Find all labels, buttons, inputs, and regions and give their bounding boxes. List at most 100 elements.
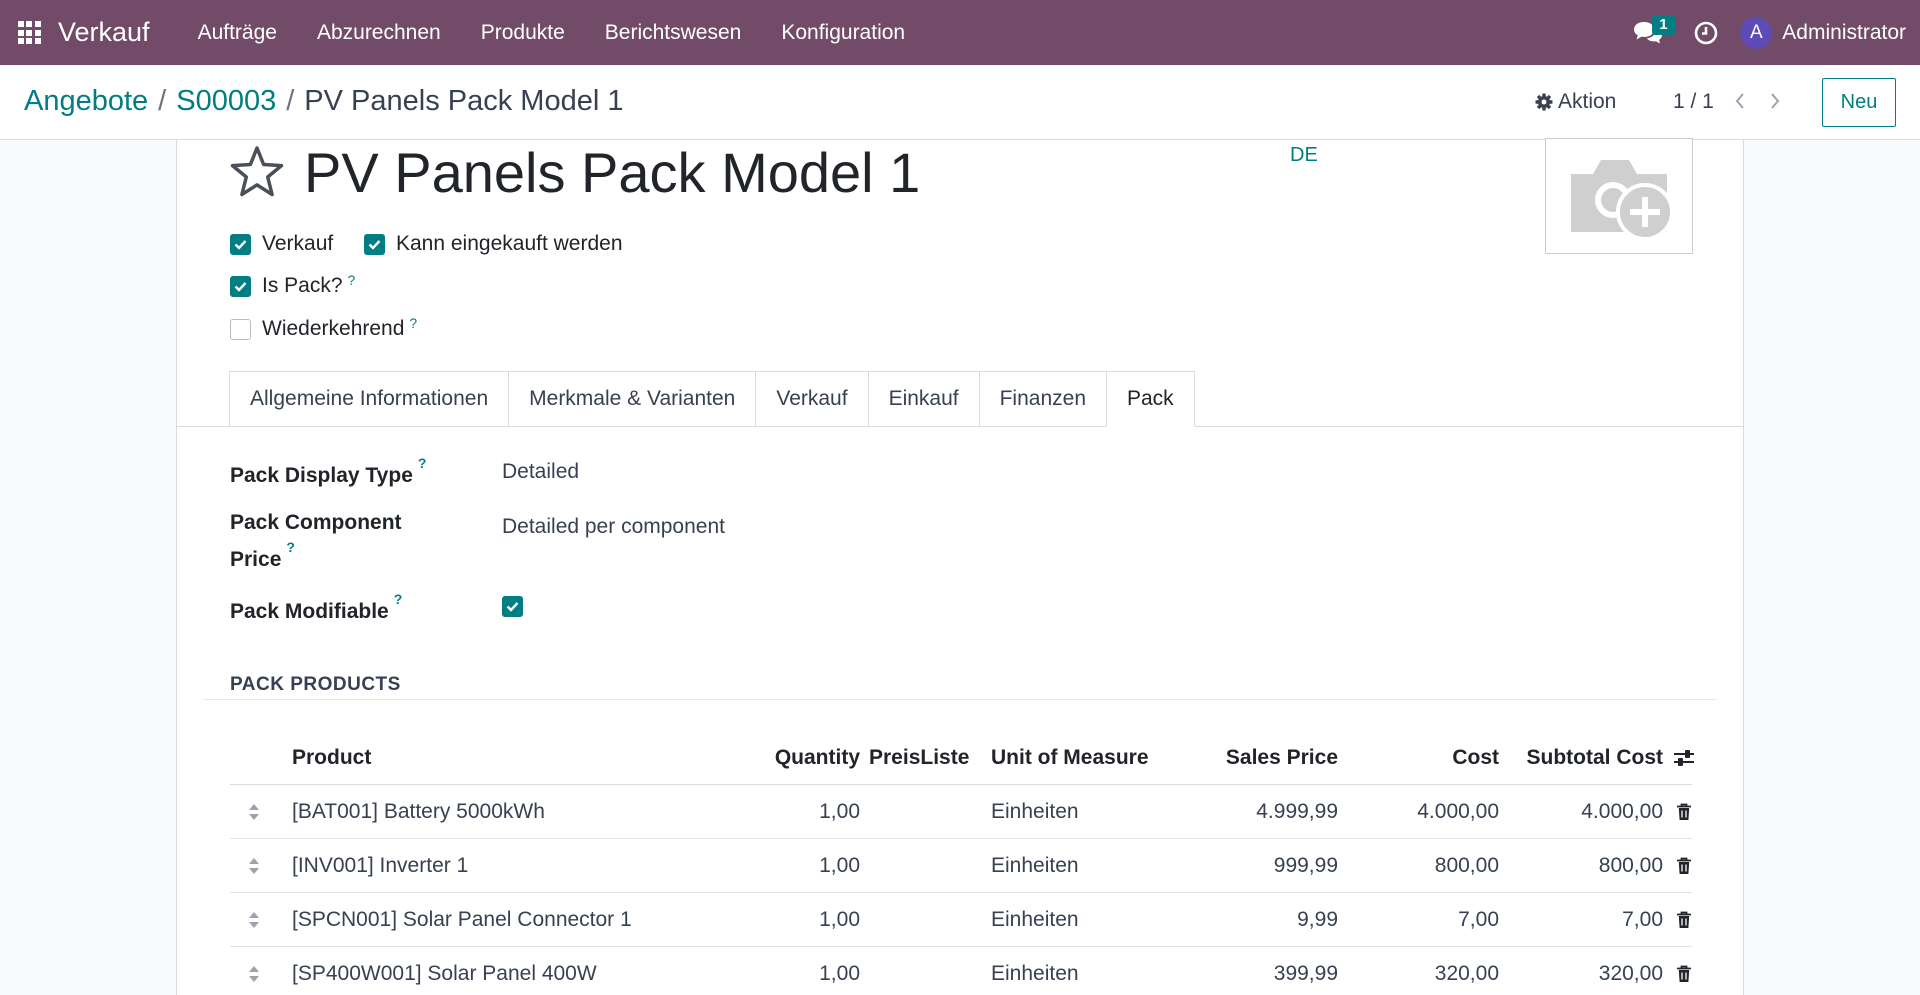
menu-item-auftraege[interactable]: Aufträge	[178, 21, 297, 45]
row-cost[interactable]: 4.000,00	[1340, 785, 1499, 839]
row-drag-handle[interactable]	[248, 893, 268, 947]
tab-einkauf[interactable]: Einkauf	[867, 371, 979, 427]
row-delete-button[interactable]	[1673, 785, 1695, 839]
row-cost[interactable]: 800,00	[1340, 839, 1499, 893]
sort-handle-icon	[249, 804, 259, 820]
pack-display-type-label-text: Pack Display Type	[230, 464, 413, 487]
row-delete-button[interactable]	[1673, 947, 1695, 995]
checkbox-wiederkehrend-box[interactable]	[230, 318, 251, 340]
trash-icon	[1677, 965, 1691, 982]
menu-item-abzurechnen[interactable]: Abzurechnen	[297, 21, 461, 45]
pack-display-type-field[interactable]: Detailed	[502, 460, 579, 484]
help-tooltip-icon[interactable]: ?	[286, 539, 295, 555]
app-brand[interactable]: Verkauf	[58, 17, 150, 48]
row-delete-button[interactable]	[1673, 839, 1695, 893]
app-grid-icon[interactable]	[0, 0, 58, 65]
checkbox-kann-eingekauft-box[interactable]	[364, 233, 385, 255]
activity-button[interactable]	[1686, 13, 1726, 53]
checkbox-is-pack[interactable]: Is Pack? ?	[230, 272, 356, 298]
row-sales-price[interactable]: 4.999,99	[1130, 785, 1338, 839]
checkbox-wiederkehrend[interactable]: Wiederkehrend ?	[230, 315, 417, 341]
column-header-product[interactable]: Product	[292, 731, 371, 785]
checkbox-kann-eingekauft[interactable]: Kann eingekauft werden	[364, 232, 623, 256]
row-sales-price[interactable]: 999,99	[1130, 839, 1338, 893]
column-header-sales-price[interactable]: Sales Price	[1130, 731, 1338, 785]
check-icon	[234, 239, 247, 250]
row-quantity[interactable]: 1,00	[710, 785, 860, 839]
column-header-subtotal-cost[interactable]: Subtotal Cost	[1500, 731, 1664, 785]
row-delete-button[interactable]	[1673, 893, 1695, 947]
trash-icon	[1677, 857, 1691, 874]
tab-verkauf[interactable]: Verkauf	[755, 371, 868, 427]
menu-item-konfiguration[interactable]: Konfiguration	[761, 21, 925, 45]
pack-component-price-field[interactable]: Detailed per component	[502, 515, 725, 539]
column-header-pricelist[interactable]: PreisListe	[869, 731, 969, 785]
column-header-quantity[interactable]: Quantity	[710, 731, 860, 785]
row-drag-handle[interactable]	[248, 839, 268, 893]
tab-finanzen[interactable]: Finanzen	[978, 371, 1106, 427]
pager-next-button[interactable]	[1762, 88, 1788, 114]
user-menu[interactable]: Administrator	[1782, 21, 1906, 45]
language-button[interactable]: DE	[1290, 144, 1318, 167]
row-product[interactable]: [BAT001] Battery 5000kWh	[292, 785, 545, 839]
row-subtotal-cost: 800,00	[1598, 854, 1663, 877]
tab-merkmale-varianten[interactable]: Merkmale & Varianten	[508, 371, 756, 427]
help-tooltip-icon[interactable]: ?	[409, 315, 417, 331]
product-image-upload[interactable]	[1545, 138, 1693, 254]
help-tooltip-icon[interactable]: ?	[394, 591, 403, 607]
pager-previous-button[interactable]	[1727, 88, 1753, 114]
tab-allgemeine-informationen[interactable]: Allgemeine Informationen	[229, 371, 509, 427]
breadcrumb-order[interactable]: S00003	[176, 85, 276, 118]
chevron-left-icon	[1735, 93, 1744, 109]
pack-modifiable-label: Pack Modifiable?	[230, 589, 402, 628]
row-drag-handle[interactable]	[248, 947, 268, 995]
row-sales-price[interactable]: 9,99	[1130, 893, 1338, 947]
column-header-uom[interactable]: Unit of Measure	[991, 731, 1149, 785]
checkbox-verkauf[interactable]: Verkauf	[230, 232, 333, 256]
pack-modifiable-label-text: Pack Modifiable	[230, 600, 389, 623]
row-cost[interactable]: 7,00	[1340, 893, 1499, 947]
product-title[interactable]: PV Panels Pack Model 1	[304, 140, 920, 205]
row-product[interactable]: [INV001] Inverter 1	[292, 839, 468, 893]
row-drag-handle[interactable]	[248, 785, 268, 839]
help-tooltip-icon[interactable]: ?	[348, 272, 356, 288]
row-quantity[interactable]: 1,00	[710, 839, 860, 893]
row-uom[interactable]: Einheiten	[991, 893, 1079, 947]
table-row[interactable]: [INV001] Inverter 1 1,00 Einheiten 999,9…	[230, 839, 1692, 893]
row-uom[interactable]: Einheiten	[991, 785, 1079, 839]
trash-icon	[1677, 911, 1691, 928]
row-sales-price[interactable]: 399,99	[1130, 947, 1338, 995]
pack-modifiable-checkbox[interactable]	[502, 596, 523, 617]
table-row[interactable]: [SP400W001] Solar Panel 400W 1,00 Einhei…	[230, 947, 1692, 995]
optional-columns-toggle[interactable]	[1673, 731, 1695, 785]
table-row[interactable]: [SPCN001] Solar Panel Connector 1 1,00 E…	[230, 893, 1692, 947]
row-uom[interactable]: Einheiten	[991, 947, 1079, 995]
pager-value[interactable]: 1 / 1	[1673, 90, 1714, 114]
column-header-cost[interactable]: Cost	[1340, 731, 1499, 785]
checkbox-is-pack-box[interactable]	[230, 275, 251, 297]
favorite-star-icon[interactable]	[229, 145, 285, 199]
messaging-button[interactable]: 1	[1628, 13, 1675, 53]
menu-item-produkte[interactable]: Produkte	[461, 21, 585, 45]
table-row[interactable]: [BAT001] Battery 5000kWh 1,00 Einheiten …	[230, 785, 1692, 839]
row-quantity[interactable]: 1,00	[710, 947, 860, 995]
row-product[interactable]: [SP400W001] Solar Panel 400W	[292, 947, 597, 995]
breadcrumb-separator: /	[286, 85, 295, 117]
menu-item-berichtswesen[interactable]: Berichtswesen	[585, 21, 762, 45]
row-uom[interactable]: Einheiten	[991, 839, 1079, 893]
row-cost[interactable]: 320,00	[1340, 947, 1499, 995]
row-quantity[interactable]: 1,00	[710, 893, 860, 947]
form-sheet: PV Panels Pack Model 1 DE Verkauf Kann e…	[176, 138, 1744, 995]
action-menu-button[interactable]: Aktion	[1535, 90, 1616, 114]
tab-pack[interactable]: Pack	[1106, 371, 1195, 427]
help-tooltip-icon[interactable]: ?	[418, 455, 427, 471]
chat-count-badge: 1	[1652, 14, 1675, 35]
new-button[interactable]: Neu	[1822, 78, 1896, 127]
gear-icon	[1535, 93, 1553, 111]
sort-handle-icon	[249, 912, 259, 928]
pack-products-heading: PACK PRODUCTS	[230, 674, 401, 695]
user-avatar[interactable]: A	[1740, 16, 1773, 49]
checkbox-verkauf-box[interactable]	[230, 233, 251, 255]
breadcrumb-angebote[interactable]: Angebote	[24, 85, 148, 118]
row-product[interactable]: [SPCN001] Solar Panel Connector 1	[292, 893, 632, 947]
